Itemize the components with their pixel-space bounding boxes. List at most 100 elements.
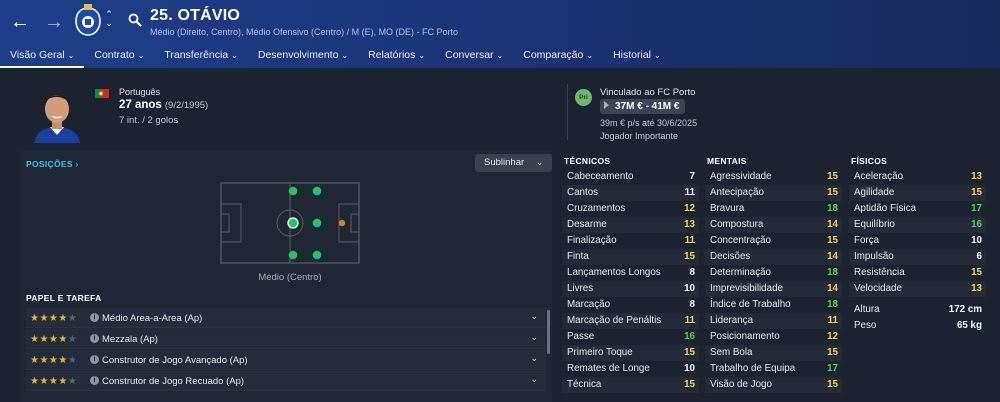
tab-historial[interactable]: Historial ⌄: [603, 44, 671, 68]
attribute-value: 6: [976, 251, 982, 262]
attribute-value: 12: [827, 331, 838, 342]
attribute-name: Agressividade: [710, 171, 772, 182]
chevron-down-icon[interactable]: ⌄: [530, 374, 538, 385]
chevron-down-icon[interactable]: ⌄: [530, 311, 538, 322]
arrow-right-icon[interactable]: →: [42, 10, 66, 34]
position-dot: [312, 218, 322, 228]
info-icon[interactable]: i: [90, 355, 99, 364]
attribute-row[interactable]: Peso 65 kg: [849, 318, 986, 334]
role-row[interactable]: ★★★★★ i Construtor de Jogo Recuado (Ap) …: [26, 371, 546, 391]
attribute-name: Posicionamento: [710, 331, 780, 342]
chevron-down-icon[interactable]: ⌄: [530, 353, 538, 364]
attribute-row[interactable]: Cantos 11: [562, 185, 699, 201]
positions-link[interactable]: POSIÇÕES ›: [26, 159, 79, 169]
physical-list: Aceleração 13 Agilidade 15 Aptidão Física 17 E…: [849, 169, 986, 297]
attribute-row[interactable]: Passe 16: [562, 329, 699, 345]
attribute-row[interactable]: Cruzamentos 12: [562, 201, 699, 217]
attribute-row[interactable]: Concentração 15: [705, 233, 842, 249]
chevron-down-icon: ⌄: [231, 51, 238, 60]
star-rating: ★★★★★: [30, 313, 78, 324]
attribute-value: 14: [827, 283, 838, 294]
attribute-row[interactable]: Visão de Jogo 15: [705, 377, 842, 393]
chevron-down-icon: ⌄: [341, 51, 349, 60]
info-icon[interactable]: i: [90, 334, 99, 343]
attribute-row[interactable]: Agilidade 15: [849, 185, 986, 201]
tab-label: Visão Geral: [10, 49, 65, 61]
info-icon[interactable]: i: [90, 376, 99, 385]
attribute-row[interactable]: Marcação de Penáltis 11: [562, 313, 699, 329]
attribute-row[interactable]: Desarme 13: [562, 217, 699, 233]
attribute-value: 15: [827, 235, 838, 246]
attribute-row[interactable]: Liderança 11: [705, 313, 842, 329]
attribute-row[interactable]: Velocidade 13: [849, 281, 986, 297]
attribute-name: Impulsão: [854, 251, 894, 262]
attribute-name: Primeiro Toque: [567, 347, 633, 358]
search-icon[interactable]: [128, 13, 142, 27]
attribute-value: 12: [684, 203, 695, 214]
tab-desenvolvimento[interactable]: Desenvolvimento ⌄: [248, 44, 358, 68]
tab-label: Comparação: [523, 49, 584, 61]
tab-conversar[interactable]: Conversar ⌄: [435, 44, 513, 68]
attribute-row[interactable]: Antecipação 15: [705, 185, 842, 201]
attribute-row[interactable]: Determinação 18: [705, 265, 842, 281]
attribute-row[interactable]: Imprevisibilidade 14: [705, 281, 842, 297]
attribute-row[interactable]: Posicionamento 12: [705, 329, 842, 345]
attribute-row[interactable]: Finalização 11: [562, 233, 699, 249]
attribute-row[interactable]: Finta 15: [562, 249, 699, 265]
squad-status: Jogador Importante: [600, 131, 679, 141]
attribute-row[interactable]: Decisões 14: [705, 249, 842, 265]
attribute-row[interactable]: Primeiro Toque 15: [562, 345, 699, 361]
attribute-name: Marcação de Penáltis: [567, 315, 662, 326]
tab-relatorios[interactable]: Relatórios ⌄: [358, 44, 435, 68]
role-row[interactable]: ★★★★★ i Médio Area-a-Area (Ap) ⌄: [26, 308, 546, 328]
attribute-value: 15: [827, 171, 838, 182]
attribute-value: 13: [971, 171, 982, 182]
attribute-row[interactable]: Sem Bola 15: [705, 345, 842, 361]
mental-attributes: MENTAIS Agressividade 15 Antecipação 15 Brav…: [705, 153, 842, 393]
chevron-down-icon[interactable]: ⌄: [530, 332, 538, 343]
attribute-value: 11: [684, 235, 695, 246]
avatar: [28, 85, 86, 143]
technical-list: Cabeceamento 7 Cantos 11 Cruzamentos 12 Desarm…: [562, 169, 699, 393]
chevron-down-icon: ⌄: [137, 51, 145, 60]
attribute-row[interactable]: Força 10: [849, 233, 986, 249]
role-row[interactable]: ★★★★★ i Mezzala (Ap) ⌄: [26, 329, 546, 349]
attribute-row[interactable]: Lançamentos Longos 8: [562, 265, 699, 281]
attribute-row[interactable]: Remates de Longe 10: [562, 361, 699, 377]
attribute-name: Determinação: [710, 267, 771, 278]
role-row[interactable]: ★★★★★ i Construtor de Jogo Avançado (Ap)…: [26, 350, 546, 370]
physical-measures: Altura 172 cm Peso 65 kg: [849, 302, 986, 334]
value-range-badge[interactable]: 37M € - 41M €: [600, 99, 686, 114]
tab-visao-geral[interactable]: Visão Geral ⌄: [0, 44, 85, 68]
attribute-row[interactable]: Aceleração 13: [849, 169, 986, 185]
attribute-name: Equilíbrio: [854, 219, 895, 230]
tab-contrato[interactable]: Contrato ⌄: [84, 44, 154, 68]
attribute-value: 18: [827, 267, 838, 278]
attribute-row[interactable]: Índice de Trabalho 18: [705, 297, 842, 313]
attribute-row[interactable]: Altura 172 cm: [849, 302, 986, 318]
attribute-row[interactable]: Aptidão Física 17: [849, 201, 986, 217]
attribute-row[interactable]: Bravura 18: [705, 201, 842, 217]
attribute-row[interactable]: Agressividade 15: [705, 169, 842, 185]
attribute-name: Cabeceamento: [567, 171, 634, 182]
attribute-row[interactable]: Equilíbrio 16: [849, 217, 986, 233]
arrow-left-icon[interactable]: ←: [8, 10, 32, 34]
highlight-dropdown[interactable]: Sublinhar ⌄: [475, 154, 552, 172]
attribute-row[interactable]: Livres 10: [562, 281, 699, 297]
attribute-row[interactable]: Cabeceamento 7: [562, 169, 699, 185]
attribute-value: 15: [827, 379, 838, 390]
roles-scrollbar[interactable]: [547, 310, 550, 354]
attribute-row[interactable]: Resistência 15: [849, 265, 986, 281]
info-icon[interactable]: i: [90, 313, 99, 322]
technical-attributes: TÉCNICOS Cabeceamento 7 Cantos 11 Cruzamento…: [562, 153, 699, 393]
attribute-row[interactable]: Compostura 14: [705, 217, 842, 233]
tab-transferencia[interactable]: Transferência ⌄: [154, 44, 248, 68]
attribute-row[interactable]: Impulsão 6: [849, 249, 986, 265]
position-dot: [287, 217, 299, 229]
chevron-down-icon: ⌄: [67, 51, 75, 60]
attribute-row[interactable]: Técnica 15: [562, 377, 699, 393]
player-switch-chevrons-icon[interactable]: ⌃ ⌄: [103, 10, 115, 28]
attribute-row[interactable]: Trabalho de Equipa 17: [705, 361, 842, 377]
attribute-row[interactable]: Marcação 8: [562, 297, 699, 313]
tab-comparacao[interactable]: Comparação ⌄: [513, 44, 603, 68]
